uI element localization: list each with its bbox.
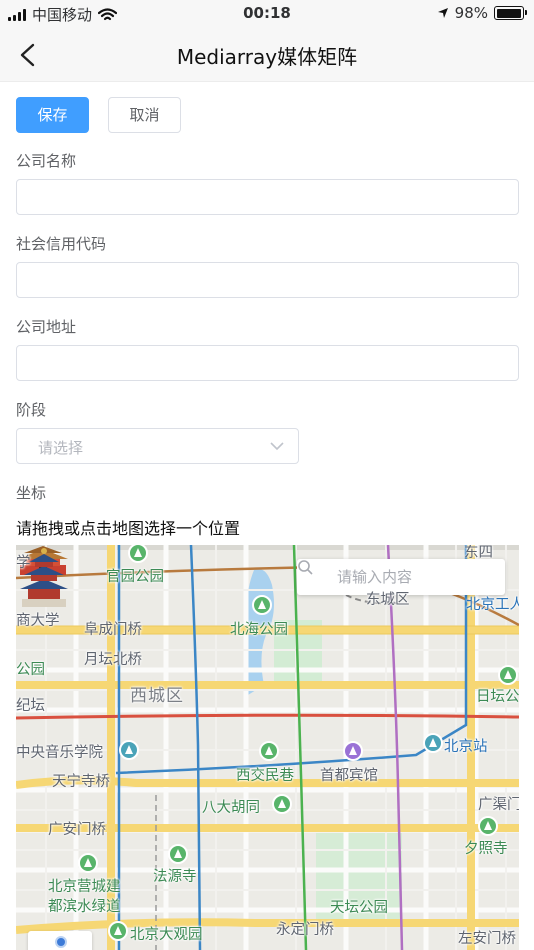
map-label: 学	[16, 555, 31, 571]
map-label: 官园公园	[106, 569, 164, 585]
search-icon	[298, 560, 313, 575]
map-label: 广安门桥	[48, 822, 106, 838]
park-icon	[478, 816, 498, 836]
map-label: 广渠门	[478, 797, 519, 813]
map-label: 日坛公	[476, 689, 519, 705]
map-label: 月坛北桥	[84, 652, 142, 668]
park-icon	[498, 665, 518, 685]
map-label: 天宁寺桥	[52, 774, 110, 790]
battery-fill	[496, 8, 521, 18]
locate-button[interactable]	[28, 931, 92, 950]
park-icon	[119, 740, 139, 760]
map-search-input[interactable]	[337, 566, 497, 588]
park-icon	[168, 844, 188, 864]
hotel-icon	[343, 741, 363, 761]
map-label: 北京大观园	[130, 927, 203, 943]
park-icon	[252, 595, 272, 615]
save-button[interactable]: 保存	[16, 97, 89, 133]
map-label: 天坛公园	[330, 900, 388, 916]
map-label: 永定门桥	[276, 922, 334, 938]
map-label: 都滨水绿道	[48, 899, 121, 915]
map-label: 夕照寺	[464, 841, 508, 857]
map-label: 北海公园	[230, 622, 288, 638]
company-name-field[interactable]	[16, 179, 519, 215]
status-bar: 中国移动 00:18 98%	[0, 0, 534, 28]
map-label: 北京站	[444, 739, 488, 755]
park-icon	[259, 741, 279, 761]
map-label: 八大胡同	[202, 800, 260, 816]
nav-bar: Mediarray媒体矩阵	[0, 28, 534, 82]
stage-label: 阶段	[16, 401, 47, 419]
map-label: 东四	[464, 545, 493, 561]
page-title: Mediarray媒体矩阵	[176, 45, 358, 69]
map-label: 东城区	[366, 592, 410, 608]
chevron-down-icon	[270, 442, 284, 451]
park-icon	[108, 921, 128, 941]
company-name-label: 公司名称	[16, 152, 77, 170]
location-map[interactable]: 学 官园公园 东城区 东四 北京工人 商大学 阜成门桥 北海公园 月坛北桥 公园…	[16, 545, 519, 950]
map-label: 北京工人	[466, 597, 519, 613]
stage-select-placeholder: 请选择	[38, 439, 84, 457]
park-icon	[272, 794, 292, 814]
battery-percent: 98%	[454, 4, 488, 22]
map-label: 阜成门桥	[84, 622, 142, 638]
map-label: 商大学	[16, 613, 60, 629]
coordinates-label: 坐标	[16, 484, 47, 502]
battery-icon	[494, 6, 527, 20]
map-label: 纪坛	[16, 698, 45, 714]
map-label: 法源寺	[153, 869, 197, 885]
credit-code-label: 社会信用代码	[16, 235, 107, 253]
map-label: 中央音乐学院	[16, 745, 103, 761]
map-hint: 请拖拽或点击地图选择一个位置	[16, 519, 241, 538]
credit-code-field[interactable]	[16, 262, 519, 298]
map-label: 左安门桥	[458, 931, 516, 947]
location-arrow-icon	[437, 8, 448, 18]
company-address-field[interactable]	[16, 345, 519, 381]
cancel-button[interactable]: 取消	[108, 97, 181, 133]
locate-icon	[55, 936, 67, 948]
map-label: 北京营城建	[48, 879, 121, 895]
park-icon	[78, 853, 98, 873]
stage-select[interactable]: 请选择	[16, 428, 299, 464]
company-address-label: 公司地址	[16, 318, 77, 336]
status-right: 98%	[437, 4, 527, 22]
map-label: 西交民巷	[236, 768, 294, 784]
map-label: 公园	[16, 662, 45, 678]
map-label: 西城区	[130, 686, 184, 706]
map-label: 首都宾馆	[320, 768, 378, 784]
railway-station-icon	[423, 733, 443, 753]
